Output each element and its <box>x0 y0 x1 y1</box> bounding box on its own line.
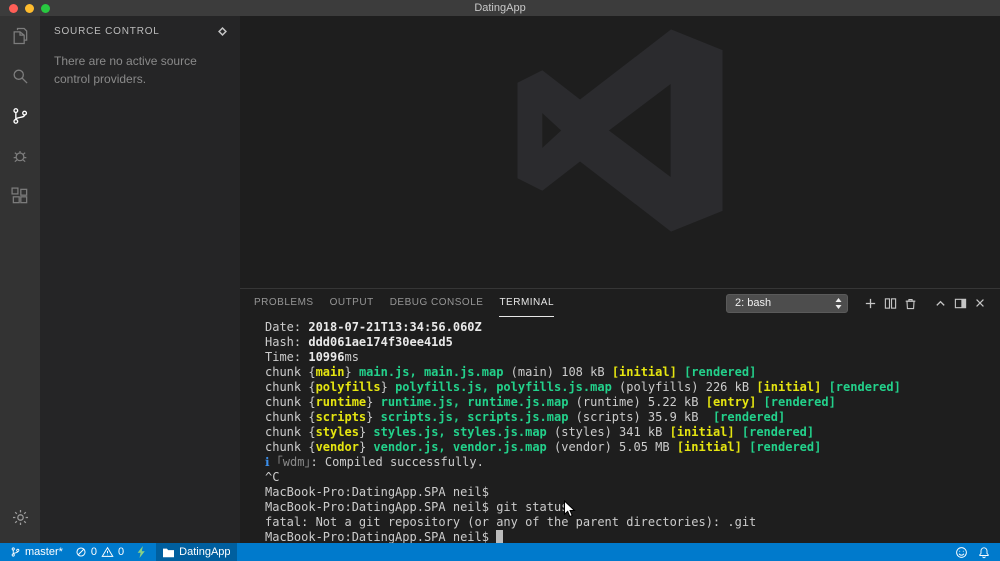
terminal-line: ^C <box>265 470 280 484</box>
folder-icon <box>162 547 175 558</box>
source-control-providers-icon[interactable] <box>217 26 228 37</box>
folder-status[interactable]: DatingApp <box>156 543 237 561</box>
maximize-panel-button[interactable] <box>930 293 950 313</box>
chevron-up-icon <box>934 297 947 310</box>
window-title: DatingApp <box>474 2 526 14</box>
trash-icon <box>904 297 917 310</box>
window-controls <box>9 3 50 13</box>
bottom-panel: PROBLEMS OUTPUT DEBUG CONSOLE TERMINAL 2… <box>240 288 1000 543</box>
source-control-icon <box>10 106 30 126</box>
git-branch-icon <box>10 546 21 558</box>
panel-actions: 2: bash <box>726 293 990 313</box>
scm-empty-message: There are no active source control provi… <box>54 54 197 86</box>
terminal-line: ℹ ｢wdm｣: Compiled successfully. <box>265 455 484 469</box>
tab-terminal[interactable]: TERMINAL <box>499 289 554 317</box>
debug-icon <box>10 146 30 166</box>
terminal-line: MacBook-Pro:DatingApp.SPA neil$ git stat… <box>265 500 569 514</box>
terminal-line: chunk {scripts} scripts.js, scripts.js.m… <box>265 410 786 424</box>
search-icon <box>10 66 30 86</box>
plus-icon <box>864 297 877 310</box>
close-icon <box>974 297 986 309</box>
files-icon <box>10 26 30 46</box>
activity-item-extensions[interactable] <box>0 176 40 216</box>
activity-item-search[interactable] <box>0 56 40 96</box>
terminal-line: Date: 2018-07-21T13:34:56.060Z <box>265 320 482 334</box>
terminal-line: MacBook-Pro:DatingApp.SPA neil$ <box>265 485 489 499</box>
titlebar: DatingApp <box>0 0 1000 16</box>
tab-problems[interactable]: PROBLEMS <box>254 289 314 317</box>
branch-name: master* <box>25 546 63 558</box>
terminal-line: Time: 10996ms <box>265 350 359 364</box>
activity-item-explorer[interactable] <box>0 16 40 56</box>
terminal-line: MacBook-Pro:DatingApp.SPA neil$ <box>265 530 992 543</box>
terminal-line: fatal: Not a git repository (or any of t… <box>265 515 757 529</box>
terminal-line: chunk {runtime} runtime.js, runtime.js.m… <box>265 395 836 409</box>
close-panel-button[interactable] <box>970 293 990 313</box>
terminal-picker-value: 2: bash <box>735 297 772 309</box>
errors-icon <box>75 546 87 558</box>
terminal-line: Hash: ddd061ae174f30ee41d5 <box>265 335 453 349</box>
sidebar-source-control: SOURCE CONTROL There are no active sourc… <box>40 16 240 543</box>
activity-bar <box>0 16 40 543</box>
minimize-window-button[interactable] <box>25 3 34 13</box>
zoom-window-button[interactable] <box>41 3 50 13</box>
error-count: 0 <box>90 546 98 558</box>
terminal-line: chunk {main} main.js, main.js.map (main)… <box>265 365 757 379</box>
sidebar-title: SOURCE CONTROL <box>54 25 160 37</box>
terminal-output[interactable]: Date: 2018-07-21T13:34:56.060Z Hash: ddd0… <box>240 317 1000 543</box>
folder-name: DatingApp <box>179 546 231 558</box>
status-bar: master* 0 0 DatingApp <box>0 543 1000 561</box>
terminal-line: chunk {styles} styles.js, styles.js.map … <box>265 425 815 439</box>
panel-header: PROBLEMS OUTPUT DEBUG CONSOLE TERMINAL 2… <box>240 289 1000 317</box>
vscode-window: DatingApp SOURCE CONTROL There are no ac… <box>0 0 1000 561</box>
split-icon <box>884 297 897 310</box>
flash-icon <box>136 546 146 558</box>
sidebar-header: SOURCE CONTROL <box>40 16 240 46</box>
panel-layout-button[interactable] <box>950 293 970 313</box>
close-window-button[interactable] <box>9 3 18 13</box>
task-status[interactable] <box>130 543 152 561</box>
split-terminal-button[interactable] <box>880 293 900 313</box>
kill-terminal-button[interactable] <box>900 293 920 313</box>
editor-area <box>240 16 1000 288</box>
warning-count: 0 <box>118 546 125 558</box>
terminal-line: chunk {vendor} vendor.js, vendor.js.map … <box>265 440 822 454</box>
vscode-watermark-logo <box>515 28 725 233</box>
warnings-icon <box>101 546 114 558</box>
feedback-smiley-icon[interactable] <box>955 546 968 559</box>
settings-button[interactable] <box>0 497 40 537</box>
terminal-line: chunk {polyfills} polyfills.js, polyfill… <box>265 380 901 394</box>
problems-status[interactable]: 0 0 <box>69 543 130 561</box>
gear-icon <box>11 508 30 527</box>
extensions-icon <box>10 186 30 206</box>
activity-item-debug[interactable] <box>0 136 40 176</box>
terminal-picker-select[interactable]: 2: bash <box>726 293 848 313</box>
activity-item-source-control[interactable] <box>0 96 40 136</box>
git-branch-status[interactable]: master* <box>4 543 69 561</box>
status-bar-right <box>955 546 996 559</box>
new-terminal-button[interactable] <box>860 293 880 313</box>
notifications-bell-icon[interactable] <box>978 546 990 559</box>
select-arrows-icon <box>835 297 842 309</box>
tab-debug-console[interactable]: DEBUG CONSOLE <box>390 289 484 317</box>
tab-output[interactable]: OUTPUT <box>330 289 374 317</box>
panel-layout-icon <box>954 297 967 310</box>
